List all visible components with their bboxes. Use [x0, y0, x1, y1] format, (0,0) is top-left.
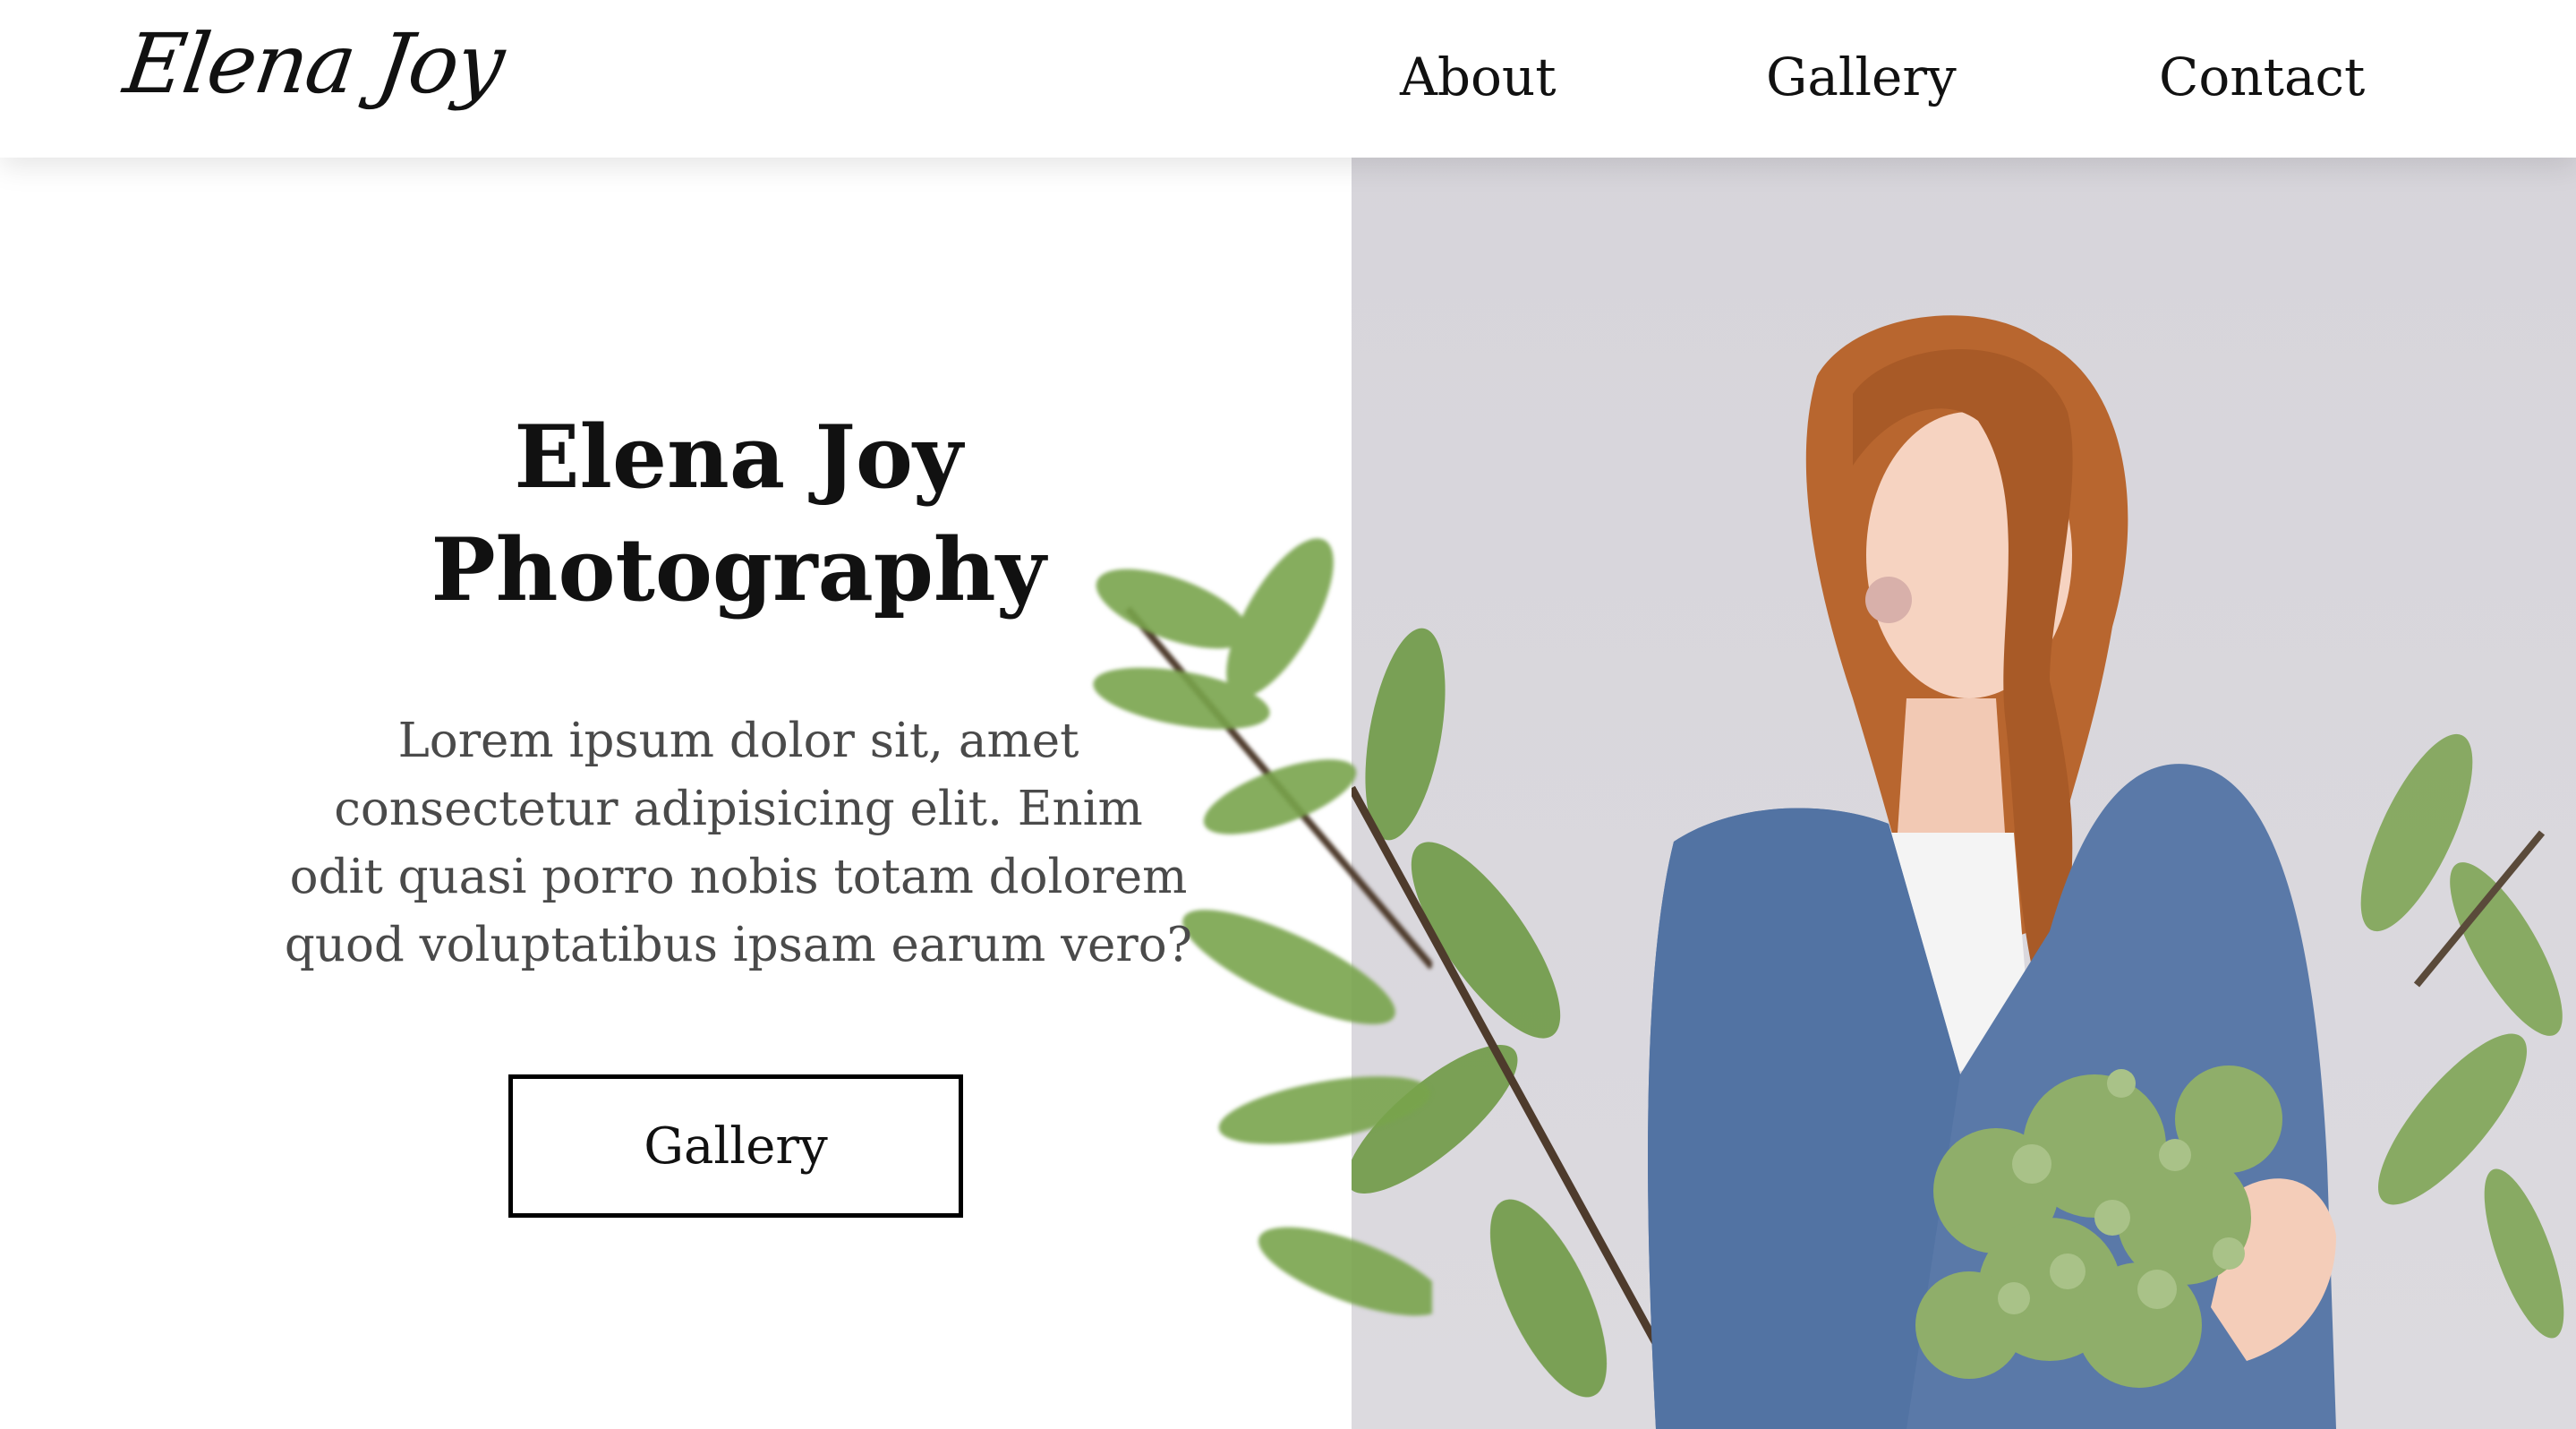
hero-title-line-1: Elena Joy [514, 406, 963, 508]
hero-photo [1352, 0, 2576, 1429]
hero-title: Elena Joy Photography [206, 401, 1271, 627]
gallery-button[interactable]: Gallery [508, 1074, 963, 1218]
hero-text-line: quod voluptatibus ipsam earum vero? [284, 918, 1193, 972]
landing-page: Elena Joy About Gallery Contact Elena Jo… [0, 0, 2576, 1429]
hero-text-line: Lorem ipsum dolor sit, amet [397, 714, 1079, 768]
nav-link-gallery[interactable]: Gallery [1766, 47, 1957, 107]
hero-description: Lorem ipsum dolor sit, amet consectetur … [277, 707, 1199, 980]
hero-text-line: odit quasi porro nobis totam dolorem [289, 850, 1188, 904]
hero-title-line-2: Photography [431, 519, 1046, 620]
hero-text-line: consectetur adipisicing elit. Enim [334, 782, 1143, 836]
nav-link-contact[interactable]: Contact [2159, 47, 2365, 107]
site-header: Elena Joy About Gallery Contact [0, 0, 2576, 158]
logo[interactable]: Elena Joy [118, 16, 508, 112]
nav-link-about[interactable]: About [1400, 47, 1557, 107]
